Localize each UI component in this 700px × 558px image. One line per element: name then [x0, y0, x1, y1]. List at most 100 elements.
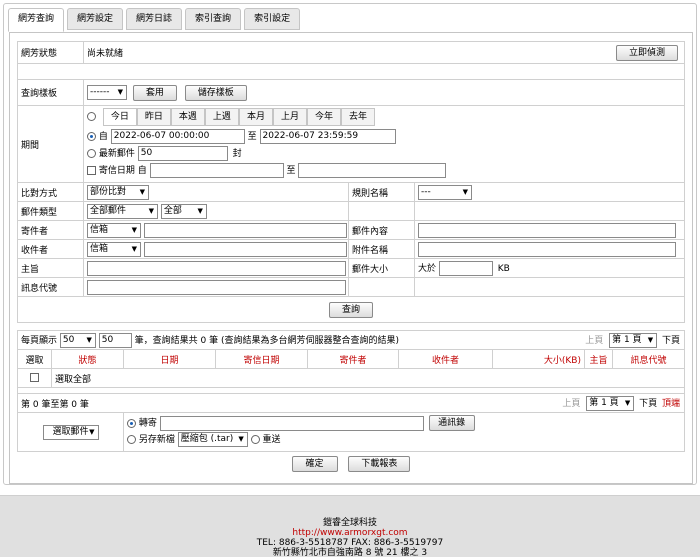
query-panel: 網芳狀態 尚未就緒 立即偵測 查詢樣板 ------ ▼ 套用 儲存樣板 期間 … — [9, 32, 693, 484]
size-unit-label: KB — [497, 263, 510, 274]
download-report-button[interactable]: 下載報表 — [348, 456, 411, 472]
mail-content-label: 郵件內容 — [348, 220, 415, 240]
forward-label: 轉寄 — [138, 418, 157, 429]
next-page-link-bottom[interactable]: 下頁 — [639, 399, 657, 409]
period-tab-this-year[interactable]: 今年 — [306, 108, 341, 126]
attachment-name-label: 附件名稱 — [348, 239, 415, 259]
sent-date-label: 寄信日期 — [98, 166, 135, 176]
period-tab-this-month[interactable]: 本月 — [238, 108, 273, 126]
mail-type-select[interactable]: 全部郵件 ▼ — [87, 203, 158, 219]
per-page-label: 每頁顯示 — [21, 335, 58, 346]
top-link[interactable]: 頂端 — [662, 399, 680, 409]
tab-nas-settings[interactable]: 網芳設定 — [67, 8, 124, 30]
period-tab-last-week[interactable]: 上週 — [204, 108, 239, 126]
page-select-bottom[interactable]: 第 1 頁 ▼ — [586, 396, 635, 411]
period-tab-yesterday[interactable]: 昨日 — [136, 108, 171, 126]
select-all-checkbox[interactable] — [30, 373, 39, 382]
message-id-input[interactable] — [87, 279, 346, 295]
latest-mail-unit: 封 — [232, 149, 242, 159]
subject-label: 主旨 — [17, 258, 84, 278]
tab-nas-query[interactable]: 網芳查詢 — [8, 8, 65, 32]
rule-name-label: 規則名稱 — [348, 182, 415, 202]
size-greater-label: 大於 — [418, 263, 437, 274]
col-size[interactable]: 大小(KB) — [492, 349, 585, 369]
detect-now-button[interactable]: 立即偵測 — [616, 45, 678, 61]
period-latest-radio[interactable] — [87, 149, 96, 158]
save-as-radio[interactable] — [127, 435, 136, 444]
period-tab-today[interactable]: 今日 — [102, 108, 137, 126]
sent-date-from-input[interactable] — [149, 163, 284, 178]
latest-mail-count-input[interactable]: 50 — [137, 146, 228, 161]
period-from-input[interactable]: 2022-06-07 00:00:00 — [110, 129, 245, 144]
period-label: 期間 — [17, 105, 84, 183]
template-select[interactable]: ------ ▼ — [87, 85, 127, 100]
col-date[interactable]: 日期 — [123, 349, 216, 369]
sent-date-checkbox[interactable] — [87, 166, 96, 175]
footer-url-link[interactable]: http://www.armorxgt.com — [0, 528, 700, 538]
archive-format-select[interactable]: 壓縮包 (.tar) ▼ — [177, 432, 248, 447]
col-sent-date[interactable]: 寄信日期 — [215, 349, 308, 369]
period-to-label: 至 — [247, 132, 257, 142]
rule-name-select[interactable]: --- ▼ — [418, 184, 472, 200]
message-id-label: 訊息代號 — [17, 277, 84, 297]
results-range: 第 0 筆至第 0 筆 — [21, 399, 89, 410]
subject-input[interactable] — [87, 260, 346, 276]
period-tab-this-week[interactable]: 本週 — [170, 108, 205, 126]
resend-radio[interactable] — [250, 435, 260, 444]
resend-label: 重送 — [262, 435, 281, 445]
tab-index-settings[interactable]: 索引設定 — [244, 8, 301, 30]
col-message-id[interactable]: 訊息代號 — [612, 349, 685, 369]
match-mode-label: 比對方式 — [17, 182, 84, 202]
query-button[interactable]: 查詢 — [329, 301, 373, 318]
latest-mail-label: 最新郵件 — [98, 149, 135, 159]
period-tab-last-month[interactable]: 上月 — [272, 108, 307, 126]
recipient-label: 收件者 — [17, 239, 84, 259]
save-template-button[interactable]: 儲存樣板 — [184, 84, 247, 101]
results-header-row: 選取 狀態 日期 寄信日期 寄件者 收件者 大小(KB) 主旨 訊息代號 — [17, 349, 685, 369]
col-subject[interactable]: 主旨 — [584, 349, 613, 369]
forward-radio[interactable] — [127, 418, 136, 428]
mail-subtype-select[interactable]: 全部 ▼ — [160, 203, 207, 219]
action-table: 選取郵件 ▼ 轉寄 通訊錄 另存新檔 壓縮包 (.tar) ▼ 重送 — [17, 412, 685, 452]
results-table: 每頁顯示 50 ▼ 50 筆，查詢結果共 0 筆 (查詢結果為多台網芳伺服器整合查… — [17, 330, 685, 413]
footer-phone: TEL: 886-3-5518787 FAX: 886-3-5519797 — [256, 538, 444, 548]
col-status[interactable]: 狀態 — [51, 349, 124, 369]
results-summary: 筆，查詢結果共 0 筆 (查詢結果為多台網芳伺服器整合查詢的結果) — [134, 335, 399, 346]
next-page-link[interactable]: 下頁 — [662, 336, 680, 346]
prev-page-link[interactable]: 上頁 — [585, 336, 603, 346]
sent-date-from-label: 自 — [137, 166, 147, 176]
page-select[interactable]: 第 1 頁 ▼ — [609, 333, 658, 348]
mail-size-label: 郵件大小 — [348, 258, 415, 278]
match-mode-select[interactable]: 部份比對 ▼ — [87, 184, 149, 200]
period-tab-last-year[interactable]: 去年 — [340, 108, 375, 126]
top-tab-bar: 網芳查詢 網芳設定 網芳日誌 索引查詢 索引設定 — [8, 8, 301, 32]
confirm-button[interactable]: 確定 — [291, 456, 338, 472]
col-sender[interactable]: 寄件者 — [307, 349, 399, 369]
period-to-input[interactable]: 2022-06-07 23:59:59 — [259, 129, 396, 144]
apply-template-button[interactable]: 套用 — [132, 84, 177, 101]
mail-content-input[interactable] — [418, 222, 676, 238]
tab-nas-log[interactable]: 網芳日誌 — [126, 8, 183, 30]
period-quick-radio[interactable] — [87, 112, 96, 121]
address-book-button[interactable]: 通訊錄 — [428, 415, 475, 431]
sent-date-to-input[interactable] — [298, 163, 447, 178]
footer-company: 鎧睿全球科技 — [322, 518, 377, 528]
recipient-field-select[interactable]: 信箱 ▼ — [87, 241, 141, 257]
forward-address-input[interactable] — [159, 415, 424, 431]
per-page-input[interactable]: 50 — [98, 332, 132, 348]
sender-label: 寄件者 — [17, 220, 84, 240]
sender-input[interactable] — [143, 222, 347, 238]
prev-page-link-bottom[interactable]: 上頁 — [562, 399, 580, 409]
sent-date-to-label: 至 — [286, 166, 296, 176]
select-all-label: 選取全部 — [51, 368, 685, 388]
recipient-input[interactable] — [143, 241, 347, 257]
status-label: 網芳狀態 — [17, 41, 84, 64]
sender-field-select[interactable]: 信箱 ▼ — [87, 222, 141, 238]
attachment-name-input[interactable] — [418, 241, 676, 257]
period-range-radio[interactable] — [87, 132, 96, 141]
mail-size-input[interactable] — [438, 260, 493, 276]
tab-index-query[interactable]: 索引查詢 — [185, 8, 242, 30]
col-recipient[interactable]: 收件者 — [398, 349, 493, 369]
selected-mail-select[interactable]: 選取郵件 ▼ — [42, 424, 99, 440]
per-page-select[interactable]: 50 ▼ — [59, 332, 96, 348]
